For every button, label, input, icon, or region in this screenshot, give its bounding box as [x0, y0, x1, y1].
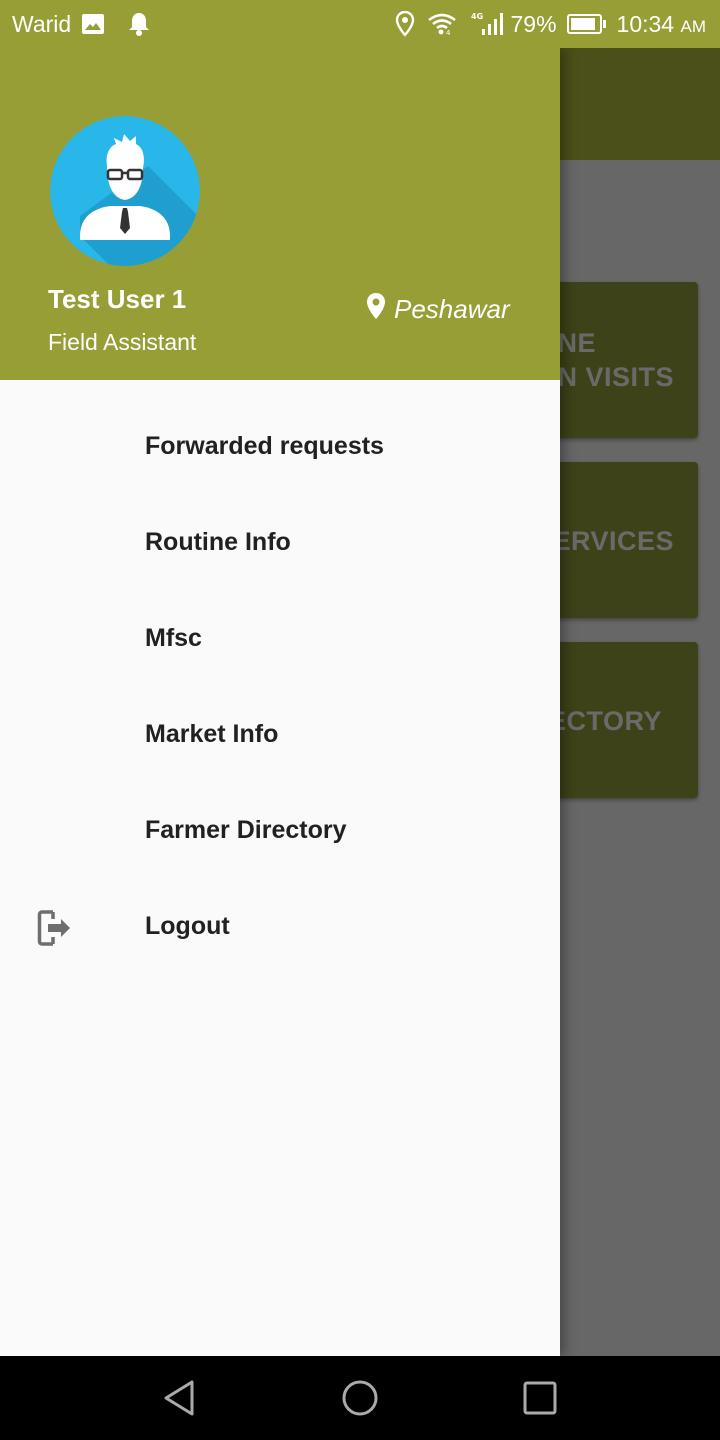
status-bar: Warid 4 4G 79% 10:34 AM: [0, 0, 720, 48]
user-role: Field Assistant: [48, 329, 197, 355]
menu-item-forwarded-requests[interactable]: Forwarded requests: [0, 398, 560, 494]
svg-text:4: 4: [446, 29, 451, 36]
menu-item-logout[interactable]: Logout: [0, 878, 560, 974]
clock: 10:34 AM: [617, 11, 706, 38]
wifi-icon: 4: [427, 12, 457, 36]
back-triangle-icon: [164, 1380, 194, 1416]
image-icon: [81, 13, 105, 35]
drawer-header: Test User 1 Field Assistant Peshawar: [0, 48, 560, 380]
user-name: Test User 1: [48, 284, 187, 314]
menu-item-mfsc[interactable]: Mfsc: [0, 590, 560, 686]
recents-square-icon: [523, 1381, 557, 1415]
clock-time: 10:34: [616, 10, 675, 37]
back-button[interactable]: [156, 1374, 204, 1422]
drawer-menu: Forwarded requests Routine Info Mfsc Mar…: [0, 398, 560, 974]
signal-4g-icon: 4G: [471, 11, 505, 37]
location-name: Peshawar: [394, 294, 510, 324]
clock-suffix: AM: [680, 16, 707, 36]
svg-text:4G: 4G: [471, 12, 483, 21]
menu-item-label: Market Info: [145, 719, 279, 748]
bell-icon: [127, 11, 151, 37]
menu-item-market-info[interactable]: Market Info: [0, 686, 560, 782]
user-avatar-icon[interactable]: [50, 116, 200, 266]
navigation-drawer: Test User 1 Field Assistant Peshawar For…: [0, 48, 560, 1356]
battery-icon: [566, 13, 607, 35]
home-button[interactable]: [336, 1374, 384, 1422]
menu-item-routine-info[interactable]: Routine Info: [0, 494, 560, 590]
map-pin-icon: [366, 292, 386, 327]
logout-icon: [36, 908, 76, 948]
carrier-name: Warid: [12, 10, 72, 37]
recents-button[interactable]: [516, 1374, 564, 1422]
menu-item-farmer-directory[interactable]: Farmer Directory: [0, 782, 560, 878]
menu-item-label: Mfsc: [145, 623, 202, 652]
menu-item-label: Logout: [145, 911, 230, 940]
home-circle-icon: [342, 1380, 378, 1416]
menu-item-label: Forwarded requests: [145, 431, 384, 460]
system-navigation-bar: [0, 1356, 720, 1440]
menu-item-label: Farmer Directory: [145, 815, 347, 844]
location-icon: [395, 11, 415, 37]
user-location: Peshawar: [366, 292, 510, 327]
menu-item-label: Routine Info: [145, 527, 291, 556]
battery-percent: 79%: [510, 10, 557, 37]
